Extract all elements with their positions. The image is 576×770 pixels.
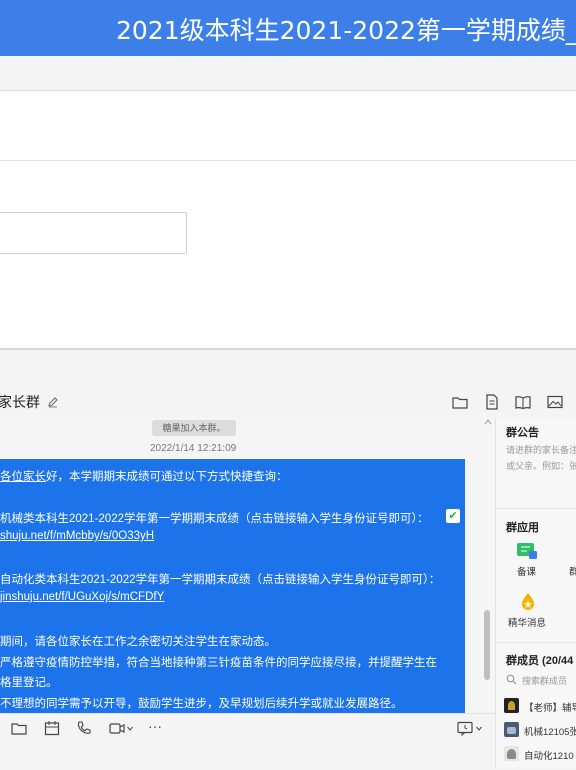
more-options-button[interactable]: ··· xyxy=(148,718,162,734)
form-title: 2021级本科生2021-2022第一学期成绩_机 xyxy=(116,16,576,45)
system-notice: 糖果加入本群。 xyxy=(152,420,236,436)
search-icon xyxy=(506,674,517,685)
document-icon[interactable] xyxy=(483,393,501,411)
id-input-field[interactable] xyxy=(0,212,187,254)
mention-link[interactable]: 各位家长 xyxy=(0,471,46,483)
message-bubble: 各位家长好，本学期期末成绩可通过以下方式快捷查询： 机械类本科生2021-202… xyxy=(0,459,465,719)
book-icon[interactable] xyxy=(514,393,532,411)
announcement-text[interactable]: 请进群的家长备注 xyxy=(506,443,576,456)
members-title: 群成员 (20/44 xyxy=(506,655,574,667)
grade-query-link-automation[interactable]: jinshuju.net/f/UGuXoj/s/mCFDfY xyxy=(0,591,164,603)
message-line: 自动化类本科生2021-2022学年第一学期期末成绩（点击链接输入学生身份证号即… xyxy=(0,574,441,586)
message-timestamp: 2022/1/14 12:21:09 xyxy=(150,443,237,454)
app-label[interactable]: 备课 xyxy=(517,564,536,578)
folder-icon[interactable] xyxy=(10,719,28,737)
video-call-icon[interactable] xyxy=(108,719,126,737)
folder-icon[interactable] xyxy=(451,393,469,411)
divider xyxy=(0,160,576,161)
image-icon[interactable] xyxy=(546,393,564,411)
group-info-panel: 群公告 请进群的家长备注 或父亲。例如：张 群应用 备课 群 精华消息 群成员 … xyxy=(495,418,576,768)
group-name: 家长群 xyxy=(0,394,40,410)
scroll-up-icon[interactable] xyxy=(484,418,492,426)
member-name[interactable]: 自动化1210 xyxy=(524,748,574,762)
app-label[interactable]: 精华消息 xyxy=(508,615,546,629)
group-title: 家长群 xyxy=(0,392,59,412)
message-line: 不理想的同学需予以开导，鼓励学生进步，及早规划后续升学或就业发展路径。 xyxy=(0,698,403,710)
message-line: 严格遵守疫情防控举措，符合当地接种第三针疫苗条件的同学应接尽接，并提醒学生在 xyxy=(0,657,437,669)
announcement-text[interactable]: 或父亲。例如：张 xyxy=(506,459,576,472)
chevron-down-icon[interactable] xyxy=(127,726,133,731)
announcement-title: 群公告 xyxy=(506,427,539,439)
form-subheader xyxy=(0,56,576,91)
chevron-down-icon[interactable] xyxy=(476,726,482,731)
avatar xyxy=(504,746,519,761)
avatar xyxy=(504,722,519,737)
message-line: 格里登记。 xyxy=(0,677,58,689)
chat-history-icon[interactable] xyxy=(456,719,474,737)
calendar-icon[interactable] xyxy=(43,719,61,737)
message-line: 各位家长好，本学期期末成绩可通过以下方式快捷查询： xyxy=(0,471,288,483)
lesson-prep-icon[interactable] xyxy=(516,542,538,560)
avatar xyxy=(504,698,519,713)
essence-message-icon[interactable] xyxy=(519,592,537,612)
member-name[interactable]: 【老师】辅导 xyxy=(524,700,576,714)
divider xyxy=(496,508,576,509)
phone-icon[interactable] xyxy=(75,719,93,737)
checkmark-emoji-icon: ✔ xyxy=(446,509,460,523)
message-line: 期间，请各位家长在工作之余密切关注学生在家动态。 xyxy=(0,636,276,648)
app-label[interactable]: 群 xyxy=(569,564,576,578)
form-title-bar: 2021级本科生2021-2022第一学期成绩_机 xyxy=(0,0,576,56)
message-scrollbar[interactable] xyxy=(484,610,490,680)
message-line: 机械类本科生2021-2022学年第一学期期末成绩（点击链接输入学生身份证号即可… xyxy=(0,513,429,525)
divider xyxy=(496,642,576,643)
member-search-input[interactable]: 搜索群成员 xyxy=(522,674,567,687)
apps-title: 群应用 xyxy=(506,522,539,534)
member-name[interactable]: 机械12105张 xyxy=(524,724,576,738)
grade-query-link-mechanical[interactable]: shuju.net/f/mMcbby/s/0O33yH xyxy=(0,530,154,542)
edit-icon[interactable] xyxy=(47,396,59,408)
